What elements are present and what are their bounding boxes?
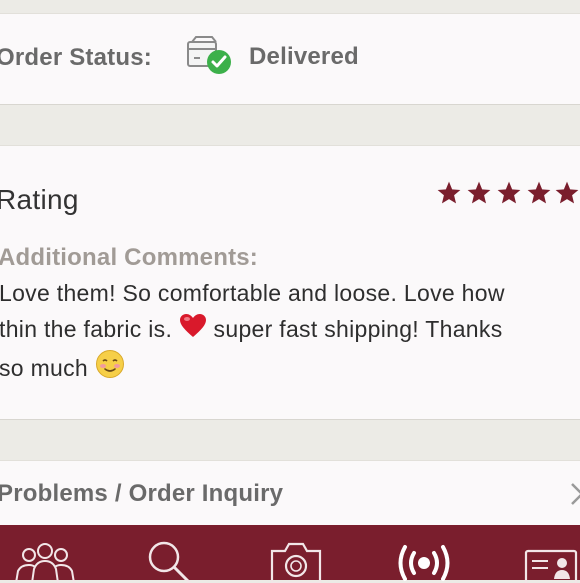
rating-title: Rating xyxy=(0,184,79,215)
community-icon[interactable] xyxy=(14,539,76,583)
camera-icon[interactable] xyxy=(269,539,323,583)
comment-line-2b: super fast shipping! Thanks xyxy=(206,315,503,342)
additional-comments-label: Additional Comments: xyxy=(0,244,258,271)
order-status-label: Order Status: xyxy=(0,44,152,71)
star-icon xyxy=(497,181,521,204)
search-icon[interactable] xyxy=(146,539,192,583)
profile-card-icon[interactable] xyxy=(524,539,580,583)
comment-line-1: Love them! So comfortable and loose. Lov… xyxy=(0,280,505,306)
comment-line-3a: so much xyxy=(0,355,95,381)
comment-text: Love them! So comfortable and loose. Lov… xyxy=(0,276,580,390)
chevron-right-icon xyxy=(570,480,580,508)
order-status-value: Delivered xyxy=(249,43,359,70)
star-icon xyxy=(437,181,461,204)
red-heart-icon xyxy=(179,313,207,350)
live-broadcast-icon[interactable] xyxy=(394,539,454,583)
star-icon xyxy=(555,181,579,204)
bottom-tab-bar xyxy=(0,525,580,583)
star-icon xyxy=(527,181,551,204)
smiling-face-icon xyxy=(95,349,125,390)
delivered-box-icon xyxy=(186,36,232,76)
star-icon xyxy=(467,181,491,204)
comment-line-2a: thin the fabric is. xyxy=(0,315,179,342)
order-inquiry-label: Problems / Order Inquiry xyxy=(0,480,284,507)
